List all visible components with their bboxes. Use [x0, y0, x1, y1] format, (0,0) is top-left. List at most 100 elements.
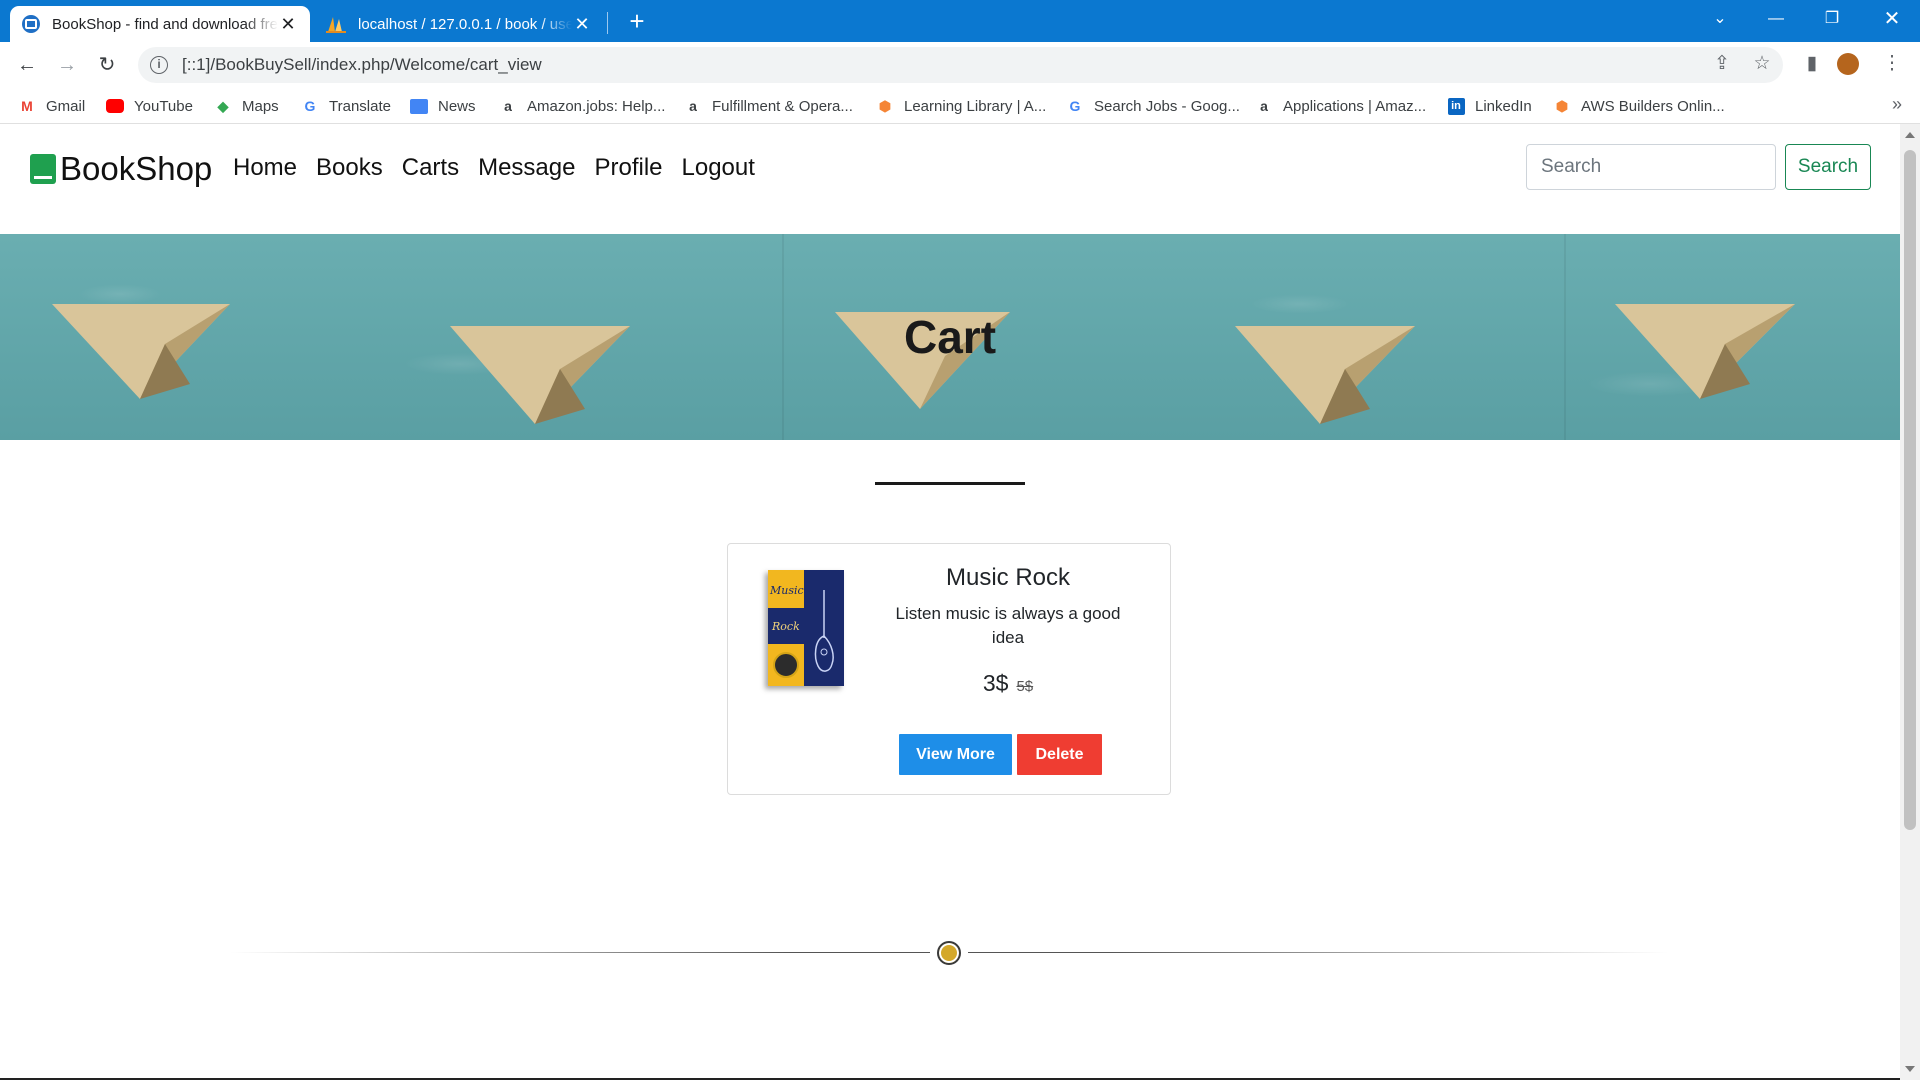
news-icon — [410, 97, 428, 115]
current-price: 3$ — [982, 670, 1009, 696]
bookmark-label: Translate — [329, 97, 391, 115]
bookmark-applications[interactable]: a Applications | Amaz... — [1255, 95, 1426, 117]
nav-profile[interactable]: Profile — [594, 154, 662, 182]
original-price: 5$ — [1016, 678, 1034, 695]
new-tab-icon[interactable]: + — [622, 6, 652, 36]
forward-icon[interactable]: → — [52, 50, 82, 80]
main-menu: Home Books Carts Message Profile Logout — [233, 154, 774, 182]
delete-button[interactable]: Delete — [1017, 734, 1102, 775]
bookmark-label: Maps — [242, 97, 279, 115]
nav-message[interactable]: Message — [478, 154, 575, 182]
bookmarks-overflow-icon[interactable]: » — [1892, 94, 1902, 115]
amazon-icon: a — [689, 98, 697, 114]
vinyl-disc-icon — [773, 652, 799, 678]
book-description: Listen music is always a good idea — [895, 604, 1121, 647]
profile-avatar-icon[interactable] — [1834, 50, 1862, 78]
bookmark-youtube[interactable]: YouTube — [106, 95, 193, 117]
scrollbar-thumb[interactable] — [1904, 150, 1916, 830]
bookmark-news[interactable]: News — [410, 95, 476, 117]
restore-icon[interactable]: ❐ — [1804, 0, 1860, 42]
bookmark-fulfillment[interactable]: a Fulfillment & Opera... — [684, 95, 853, 117]
bookmark-label: Applications | Amaz... — [1283, 97, 1427, 115]
tab-search-icon[interactable]: ⌄ — [1692, 0, 1748, 42]
amazon-icon: a — [1260, 98, 1268, 114]
bookmark-star-icon[interactable]: ☆ — [1748, 50, 1776, 78]
page-title: Cart — [903, 311, 997, 363]
bookmark-linkedin[interactable]: in LinkedIn — [1447, 95, 1532, 117]
browser-tab-bar: BookShop - find and download free books … — [0, 0, 1920, 42]
youtube-icon — [106, 97, 124, 115]
page-viewport: BookShop Home Books Carts Message Profil… — [0, 124, 1900, 1080]
nav-books[interactable]: Books — [316, 154, 383, 182]
book-cover-image: Music Rock — [768, 570, 844, 686]
google-icon: G — [1069, 98, 1081, 114]
site-info-icon[interactable]: i — [150, 56, 168, 74]
side-panel-icon[interactable]: ▮ — [1798, 50, 1826, 78]
linkedin-icon: in — [1447, 97, 1465, 115]
guitar-icon — [814, 590, 834, 672]
gmail-icon: M — [21, 98, 33, 114]
scroll-down-icon[interactable] — [1905, 1066, 1915, 1072]
nav-carts[interactable]: Carts — [402, 154, 459, 182]
cover-text: Music — [770, 584, 804, 597]
bookshop-favicon-icon — [22, 15, 40, 33]
price-row: 3$ 5$ — [888, 670, 1128, 697]
minimize-icon[interactable]: — — [1748, 0, 1804, 42]
brand-name: BookShop — [60, 150, 213, 187]
nav-home[interactable]: Home — [233, 154, 297, 182]
reload-icon[interactable]: ↻ — [92, 50, 122, 80]
bookmark-label: Search Jobs - Goog... — [1094, 97, 1240, 115]
bookmark-label: Learning Library | A... — [904, 97, 1047, 115]
section-divider-line — [230, 952, 930, 953]
page-banner: Cart — [0, 234, 1900, 440]
site-navbar: BookShop Home Books Carts Message Profil… — [0, 124, 1900, 234]
url-text[interactable]: [::1]/BookBuySell/index.php/Welcome/cart… — [182, 55, 542, 75]
section-divider-line — [968, 952, 1668, 953]
address-bar[interactable]: i [::1]/BookBuySell/index.php/Welcome/ca… — [138, 47, 1783, 83]
share-icon[interactable]: ⇪ — [1708, 50, 1736, 78]
translate-icon: G — [304, 98, 316, 114]
book-icon — [30, 154, 56, 184]
bookmark-label: LinkedIn — [1475, 97, 1532, 115]
bookmark-label: Fulfillment & Opera... — [712, 97, 853, 115]
close-tab-icon[interactable]: ✕ — [572, 14, 592, 35]
maps-icon: ◆ — [217, 97, 229, 114]
bookmark-label: Gmail — [46, 97, 86, 115]
divider-ornament-icon — [937, 941, 961, 965]
aws-icon: ⬢ — [1555, 97, 1569, 114]
nav-logout[interactable]: Logout — [682, 154, 755, 182]
view-more-button[interactable]: View More — [899, 734, 1012, 775]
bookmarks-bar: M Gmail YouTube ◆ Maps G Translate News … — [0, 88, 1920, 124]
bookmark-maps[interactable]: ◆ Maps — [214, 95, 279, 117]
book-title: Music Rock — [945, 564, 1071, 591]
bookmark-translate[interactable]: G Translate — [301, 95, 391, 117]
cover-text: Rock — [772, 620, 800, 633]
aws-icon: ⬢ — [878, 97, 892, 114]
tab-bookshop[interactable]: BookShop - find and download free books … — [10, 6, 310, 42]
bookmark-gmail[interactable]: M Gmail — [18, 95, 85, 117]
close-window-icon[interactable]: ✕ — [1864, 0, 1920, 42]
amazon-icon: a — [504, 98, 512, 114]
tab-phpmyadmin[interactable]: localhost / 127.0.0.1 / book / users ✕ — [314, 6, 604, 42]
menu-kebab-icon[interactable]: ⋮ — [1878, 50, 1906, 78]
back-icon[interactable]: ← — [12, 50, 42, 80]
bookmark-label: YouTube — [134, 97, 193, 115]
bookmark-aws-builders[interactable]: ⬢ AWS Builders Onlin... — [1553, 95, 1725, 117]
scroll-up-icon[interactable] — [1905, 132, 1915, 138]
cart-item-card: Music Rock Music Rock Listen music is al… — [727, 543, 1171, 795]
bookmark-amazon-jobs[interactable]: a Amazon.jobs: Help... — [499, 95, 665, 117]
search-button[interactable]: Search — [1785, 144, 1871, 190]
title-underline — [875, 482, 1025, 485]
search-input[interactable] — [1526, 144, 1776, 190]
tab-separator — [607, 12, 608, 34]
page-scrollbar[interactable] — [1900, 124, 1920, 1080]
tab-title: localhost / 127.0.0.1 / book / users — [358, 15, 572, 33]
browser-toolbar: ← → ↻ i [::1]/BookBuySell/index.php/Welc… — [0, 42, 1920, 88]
bookmark-search-jobs[interactable]: G Search Jobs - Goog... — [1066, 95, 1240, 117]
brand-logo[interactable]: BookShop — [30, 150, 212, 188]
tab-title: BookShop - find and download free books — [52, 15, 278, 33]
phpmyadmin-favicon-icon — [326, 15, 346, 33]
bookmark-label: News — [438, 97, 476, 115]
close-tab-icon[interactable]: ✕ — [278, 14, 298, 35]
bookmark-learning-library[interactable]: ⬢ Learning Library | A... — [876, 95, 1046, 117]
